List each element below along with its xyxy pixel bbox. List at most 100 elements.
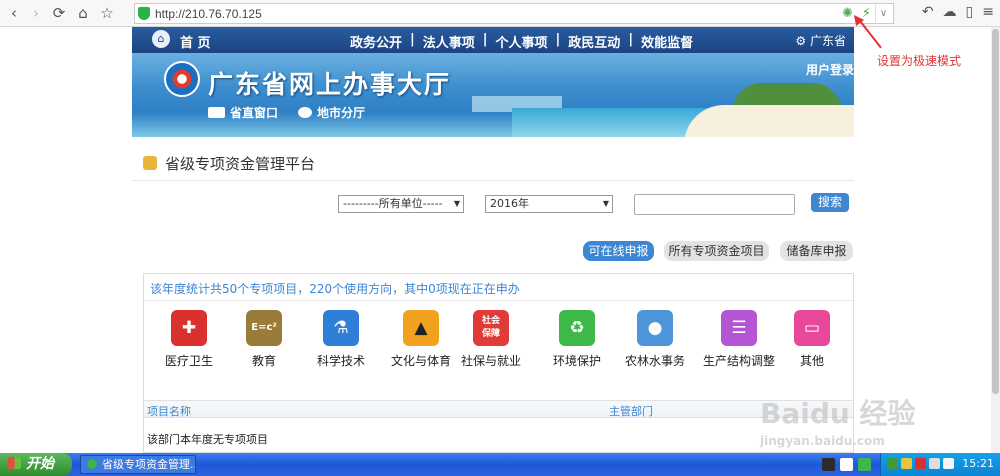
wrench-icon [298, 107, 312, 118]
watermark-sub: jingyan.baidu.com [760, 434, 885, 448]
house-icon[interactable]: ⌂ [152, 30, 170, 48]
site-banner: 广东省网上办事大厅 用户登录 省直窗口 地市分厅 [132, 53, 854, 137]
projects-panel: 该年度统计共50个专项项目，220个使用方向，其中0项现在正在申办 ✚ 医疗卫生… [143, 273, 854, 453]
provincial-window-label: 省直窗口 [230, 106, 279, 120]
start-button[interactable]: 开始 [0, 453, 72, 476]
social-security-icon: 社会 保障 [473, 310, 509, 346]
clock[interactable]: 15:21 [962, 457, 994, 470]
city-hall-label: 地市分厅 [317, 106, 366, 120]
nav-separator: | [410, 32, 415, 47]
start-label: 开始 [26, 456, 54, 472]
windows-taskbar: 开始 省级专项资金管理... 15:21 [0, 453, 1000, 476]
site-title: 广东省网上办事大厅 [208, 70, 452, 99]
forward-icon[interactable]: › [27, 4, 45, 22]
browser-icon [87, 459, 97, 469]
layers-icon: ☰ [721, 310, 757, 346]
category-social-security[interactable]: 社会 保障 社保与就业 [446, 310, 536, 369]
system-tray: 15:21 [880, 453, 1000, 476]
address-dropdown-icon[interactable]: ∨ [875, 5, 891, 22]
empty-table-message: 该部门本年度无专项项目 [147, 433, 268, 446]
network-icon[interactable] [887, 458, 898, 469]
provincial-window-link[interactable]: 省直窗口 [208, 104, 278, 121]
recycle-icon: ♻ [559, 310, 595, 346]
caret-down-icon: ▼ [602, 199, 609, 208]
nav-item-supervision[interactable]: 效能监督 [641, 32, 693, 51]
menu-icon[interactable]: ≡ [982, 4, 994, 20]
monitor-icon: ▭ [794, 310, 830, 346]
shield-icon[interactable] [901, 458, 912, 469]
tab-all-projects[interactable]: 所有专项资金项目 [664, 241, 769, 261]
platform-title: 省级专项资金管理平台 [143, 153, 315, 174]
category-label: 社保与就业 [460, 354, 521, 368]
nav-separator: | [482, 32, 488, 47]
address-bar[interactable]: http://210.76.70.125 ✺ ⚡ ∨ [134, 3, 894, 24]
home-icon[interactable]: ⌂ [74, 4, 92, 22]
region-selector[interactable]: ⚙ 广东省 [795, 32, 846, 49]
nav-separator: | [555, 32, 561, 47]
undo-icon[interactable]: ↶ [922, 4, 934, 20]
tablet-icon[interactable]: ▯ [966, 4, 974, 20]
taskbar-window-button[interactable]: 省级专项资金管理... [80, 455, 196, 474]
summary-text: 该年度统计共50个专项项目，220个使用方向，其中0项现在正在申办 [150, 282, 520, 296]
category-label: 环境保护 [552, 354, 601, 368]
alert-icon[interactable] [915, 458, 926, 469]
cloud-icon[interactable]: ☁ [943, 4, 957, 20]
monitor-icon [208, 107, 225, 118]
back-icon[interactable]: ‹ [5, 4, 23, 22]
security-shield-icon [138, 7, 150, 20]
reload-icon[interactable]: ⟳ [50, 4, 68, 22]
category-agriculture[interactable]: ● 农林水事务 [610, 310, 700, 369]
speed-icon[interactable] [858, 458, 871, 471]
category-other[interactable]: ▭ 其他 [767, 310, 857, 369]
category-label: 其他 [799, 354, 824, 368]
year-select[interactable]: 2016年 ▼ [485, 195, 613, 213]
category-environment[interactable]: ♻ 环境保护 [532, 310, 622, 369]
browser-tools: ↶ ☁ ▯ ≡ [922, 4, 994, 20]
panel-divider [144, 300, 853, 301]
tab-online-apply[interactable]: 可在线申报 [583, 241, 654, 261]
category-science[interactable]: ⚗ 科学技术 [296, 310, 386, 369]
graduation-cap-icon: ▲ [403, 310, 439, 346]
column-department[interactable]: 主管部门 [609, 403, 653, 419]
search-input[interactable] [634, 194, 795, 215]
nav-item-personal[interactable]: 个人事项 [496, 32, 548, 51]
bookmark-star-icon[interactable]: ☆ [98, 4, 116, 22]
annotation-text: 设置为极速模式 [877, 54, 962, 68]
nav-item-interaction[interactable]: 政民互动 [568, 32, 620, 51]
region-label: 广东省 [809, 34, 846, 48]
unit-select[interactable]: ---------所有单位----- ▼ [338, 195, 464, 213]
nav-home[interactable]: 首 页 [180, 32, 211, 51]
task-label: 省级专项资金管理... [102, 458, 196, 471]
quicklaunch-icon[interactable] [822, 458, 835, 471]
baidu-watermark: Baidu 经验 jingyan.baidu.com [760, 392, 916, 448]
year-select-value: 2016年 [490, 197, 529, 210]
category-label: 农林水事务 [624, 354, 685, 368]
watermark-main: Baidu 经验 [760, 397, 916, 430]
city-hall-link[interactable]: 地市分厅 [298, 104, 365, 121]
login-link[interactable]: 用户登录 [806, 61, 854, 78]
display-icon[interactable] [929, 458, 940, 469]
chalkboard-icon: E=c² [246, 310, 282, 346]
flask-icon: ⚗ [323, 310, 359, 346]
tab-reserve-apply[interactable]: 储备库申报 [780, 241, 853, 261]
nav-separator: | [628, 32, 634, 47]
nav-item-public-affairs[interactable]: 政务公开 [350, 32, 402, 51]
divider [132, 180, 854, 181]
site-logo [164, 61, 200, 97]
page-scrollbar[interactable] [991, 27, 1000, 453]
browser-toolbar: ‹ › ⟳ ⌂ ☆ http://210.76.70.125 ✺ ⚡ ∨ ↶ ☁… [0, 0, 1000, 27]
address-url[interactable]: http://210.76.70.125 [155, 7, 262, 21]
site-header: ⌂ 首 页 政务公开 | 法人事项 | 个人事项 | 政民互动 | 效能监督 ⚙… [132, 27, 854, 137]
category-label: 科学技术 [316, 354, 365, 368]
nav-item-legal-person[interactable]: 法人事项 [423, 32, 475, 51]
volume-icon[interactable] [943, 458, 954, 469]
search-button[interactable]: 搜索 [811, 193, 849, 212]
column-project-name[interactable]: 项目名称 [147, 403, 191, 419]
beach-illustration [684, 105, 854, 137]
table-header: 项目名称 主管部门 [144, 400, 853, 418]
coins-icon [143, 156, 157, 170]
windows-flag-icon [8, 457, 21, 469]
help-icon[interactable] [840, 458, 853, 471]
water-hands-icon: ● [637, 310, 673, 346]
scrollbar-thumb[interactable] [992, 29, 999, 394]
